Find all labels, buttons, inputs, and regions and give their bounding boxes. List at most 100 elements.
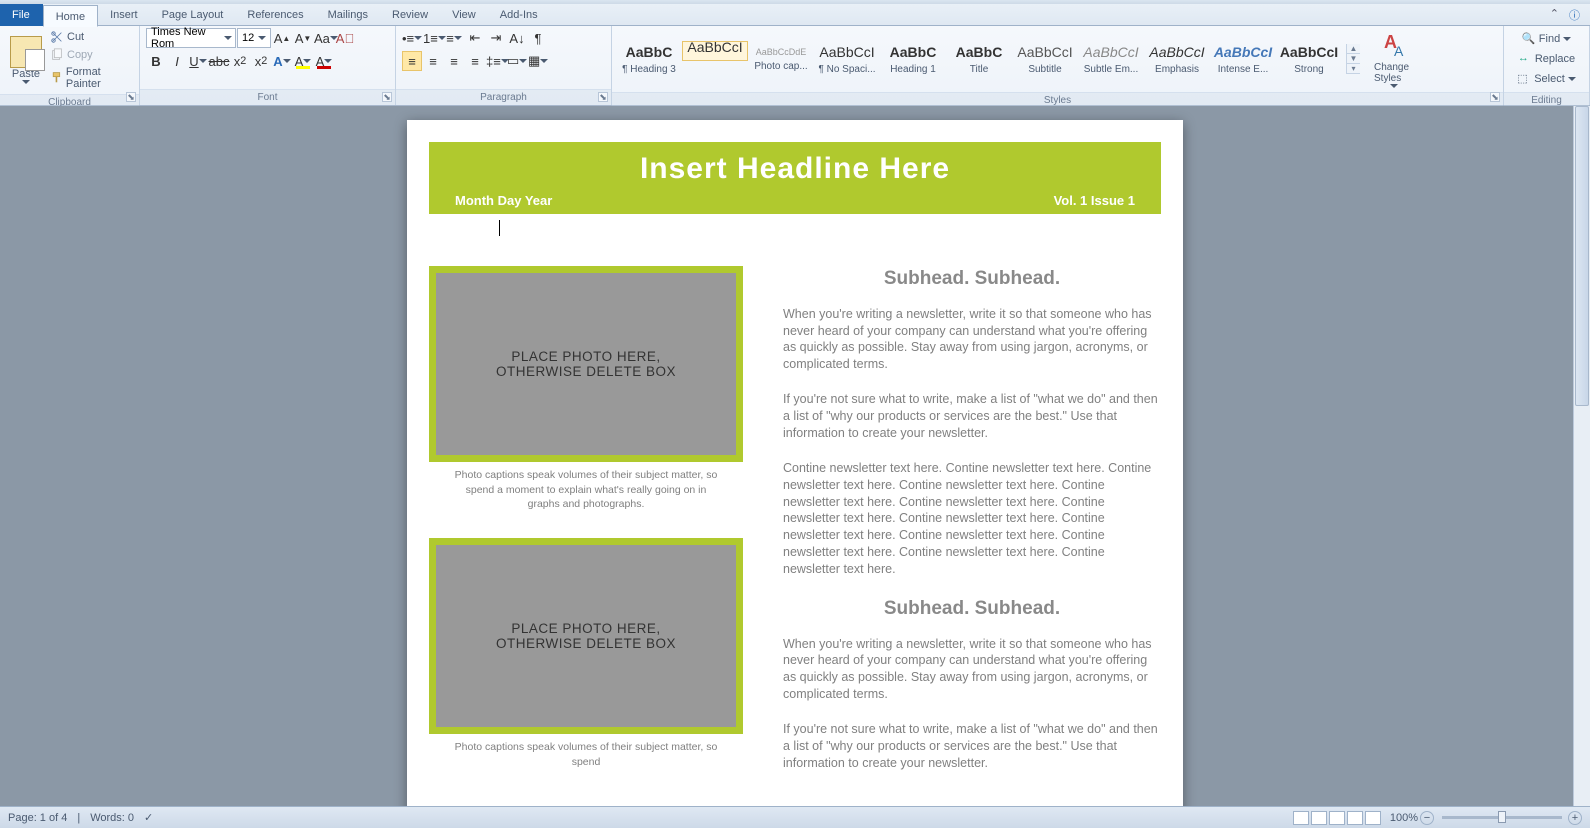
slider-handle[interactable] [1498,811,1506,823]
borders-button[interactable]: ▦ [528,51,548,71]
help-icon[interactable]: ⓘ [1569,7,1580,23]
chevron-up-icon[interactable]: ▲ [1347,44,1360,54]
expand-icon[interactable]: ▾ [1347,64,1360,74]
dialog-launcher-icon[interactable]: ⬊ [598,92,608,102]
zoom-out-button[interactable]: − [1420,811,1434,825]
draft-view-icon[interactable] [1365,811,1381,825]
dialog-launcher-icon[interactable]: ⬊ [1490,92,1500,102]
justify-button[interactable]: ≡ [465,51,485,71]
style-emphasis[interactable]: AaBbCcIEmphasis [1144,41,1210,78]
outline-view-icon[interactable] [1347,811,1363,825]
strikethrough-button[interactable]: abc [209,51,229,71]
select-button[interactable]: ⬚Select [1517,70,1576,88]
dialog-launcher-icon[interactable]: ⬊ [382,92,392,102]
web-layout-view-icon[interactable] [1329,811,1345,825]
proofing-icon[interactable]: ✓ [144,811,153,824]
banner-issue[interactable]: Vol. 1 Issue 1 [1054,193,1135,208]
paragraph[interactable]: When you're writing a newsletter, write … [783,636,1161,704]
style-strong[interactable]: AaBbCcIStrong [1276,41,1342,78]
photo-caption[interactable]: Photo captions speak volumes of their su… [429,462,743,522]
tab-references[interactable]: References [235,4,315,26]
tab-insert[interactable]: Insert [98,4,150,26]
align-left-button[interactable]: ≡ [402,51,422,71]
paragraph[interactable]: Contine newsletter text here. Contine ne… [783,460,1161,578]
vertical-scrollbar[interactable] [1573,106,1590,806]
show-marks-button[interactable]: ¶ [528,28,548,48]
style-subtitle[interactable]: AaBbCcISubtitle [1012,41,1078,78]
shading-button[interactable]: ▭ [507,51,527,71]
tab-mailings[interactable]: Mailings [316,4,380,26]
photo-placeholder[interactable]: PLACE PHOTO HERE,OTHERWISE DELETE BOX [429,266,743,462]
chevron-down-icon[interactable]: ▼ [1347,54,1360,64]
tab-review[interactable]: Review [380,4,440,26]
format-painter-button[interactable]: Format Painter [50,64,133,92]
zoom-slider[interactable] [1442,816,1562,819]
page[interactable]: Insert Headline Here Month Day Year Vol.… [407,120,1183,806]
paste-button[interactable]: Paste [6,36,46,84]
style---normal[interactable]: AaBbCcI¶ Normal [682,41,748,61]
headline[interactable]: Insert Headline Here [443,152,1147,186]
multilevel-list-button[interactable]: ≡ [444,28,464,48]
photo-placeholder[interactable]: PLACE PHOTO HERE,OTHERWISE DELETE BOX [429,538,743,734]
clear-formatting-button[interactable]: A⃠ [335,28,355,48]
style-photo-cap---[interactable]: AaBbCcDdEPhoto cap... [748,41,814,78]
tab-page-layout[interactable]: Page Layout [150,4,236,26]
minimize-ribbon-icon[interactable]: ⌃ [1550,7,1559,23]
styles-scroll[interactable]: ▲▼▾ [1346,44,1360,74]
zoom-in-button[interactable]: + [1568,811,1582,825]
scrollbar-thumb[interactable] [1575,106,1589,406]
print-layout-view-icon[interactable] [1293,811,1309,825]
zoom-level[interactable]: 100% [1390,812,1418,824]
align-center-button[interactable]: ≡ [423,51,443,71]
find-button[interactable]: 🔍Find [1522,30,1571,48]
newsletter-banner[interactable]: Insert Headline Here Month Day Year Vol.… [429,142,1161,214]
tab-file[interactable]: File [0,4,43,26]
change-styles-button[interactable]: AA Change Styles [1370,28,1418,90]
document-canvas[interactable]: Insert Headline Here Month Day Year Vol.… [0,106,1590,806]
numbering-button[interactable]: 1≡ [423,28,443,48]
decrease-indent-button[interactable]: ⇤ [465,28,485,48]
tab-add-ins[interactable]: Add-Ins [488,4,550,26]
superscript-button[interactable]: x2 [251,51,271,71]
subhead[interactable]: Subhead. Subhead. [783,596,1161,622]
paragraph[interactable]: If you're not sure what to write, make a… [783,391,1161,442]
photo-caption[interactable]: Photo captions speak volumes of their su… [429,734,743,779]
copy-button[interactable]: Copy [50,46,133,64]
bullets-button[interactable]: •≡ [402,28,422,48]
tab-home[interactable]: Home [43,5,98,27]
article-column[interactable]: Subhead. Subhead. When you're writing a … [783,266,1161,790]
subscript-button[interactable]: x2 [230,51,250,71]
font-size-select[interactable]: 12 [237,28,271,48]
style---heading-3[interactable]: AaBbC¶ Heading 3 [616,41,682,78]
replace-button[interactable]: ↔Replace [1518,50,1575,68]
word-count[interactable]: Words: 0 [90,812,134,824]
sort-button[interactable]: A↓ [507,28,527,48]
style-intense-e---[interactable]: AaBbCcIIntense E... [1210,41,1276,78]
bold-button[interactable]: B [146,51,166,71]
fullscreen-view-icon[interactable] [1311,811,1327,825]
font-color-button[interactable]: A [314,51,334,71]
page-indicator[interactable]: Page: 1 of 4 [8,812,67,824]
tab-view[interactable]: View [440,4,488,26]
dialog-launcher-icon[interactable]: ⬊ [126,92,136,102]
align-right-button[interactable]: ≡ [444,51,464,71]
shrink-font-button[interactable]: A▼ [293,28,313,48]
underline-button[interactable]: U [188,51,208,71]
style-subtle-em---[interactable]: AaBbCcISubtle Em... [1078,41,1144,78]
banner-date[interactable]: Month Day Year [455,193,552,208]
style-title[interactable]: AaBbCTitle [946,41,1012,78]
paragraph[interactable]: When you're writing a newsletter, write … [783,306,1161,374]
cut-button[interactable]: Cut [50,28,133,46]
increase-indent-button[interactable]: ⇥ [486,28,506,48]
font-name-select[interactable]: Times New Rom [146,28,236,48]
highlight-button[interactable]: A [293,51,313,71]
style-heading-1[interactable]: AaBbCHeading 1 [880,41,946,78]
paragraph[interactable]: If you're not sure what to write, make a… [783,721,1161,772]
subhead[interactable]: Subhead. Subhead. [783,266,1161,292]
grow-font-button[interactable]: A▲ [272,28,292,48]
style---no-spaci---[interactable]: AaBbCcI¶ No Spaci... [814,41,880,78]
text-effects-button[interactable]: A [272,51,292,71]
change-case-button[interactable]: Aa [314,28,334,48]
line-spacing-button[interactable]: ‡≡ [486,51,506,71]
italic-button[interactable]: I [167,51,187,71]
